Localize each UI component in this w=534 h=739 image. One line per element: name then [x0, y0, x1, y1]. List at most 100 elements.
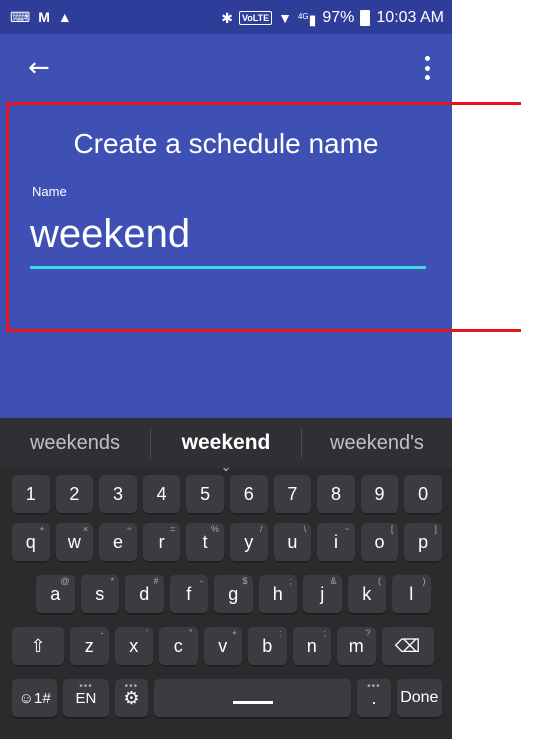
key-secondary-label: ': [146, 628, 148, 638]
shift-key-icon[interactable]: ⇧: [12, 627, 64, 665]
key-m[interactable]: m?: [337, 627, 376, 665]
key-secondary-label: =: [170, 524, 176, 534]
key-r[interactable]: r =: [142, 523, 181, 561]
key-2[interactable]: 2: [55, 475, 94, 513]
volte-badge: VoLTE: [238, 11, 273, 26]
key-o[interactable]: o[: [360, 523, 399, 561]
key-label: g: [228, 583, 239, 604]
status-bar: ⌨ M ▲ ✱ VoLTE ▼ 4G▮ 97% 10:03 AM: [0, 0, 452, 34]
key-dots: •••: [367, 681, 381, 692]
key-secondary-label: *: [110, 576, 114, 586]
key-u[interactable]: u \: [273, 523, 312, 561]
key-6[interactable]: 6: [229, 475, 268, 513]
key-g[interactable]: g $: [214, 575, 253, 613]
key-5[interactable]: 5: [186, 475, 224, 513]
key-label: j: [320, 583, 325, 604]
key-0[interactable]: 0: [404, 475, 442, 513]
key-label: s: [95, 583, 105, 604]
key-h[interactable]: h;: [258, 575, 297, 613]
settings-gear-icon[interactable]: ••• ⚙: [114, 679, 149, 717]
more-options-icon[interactable]: [422, 56, 432, 80]
back-arrow-icon[interactable]: ←: [28, 54, 52, 82]
key-z[interactable]: z-: [70, 627, 109, 665]
key-label: l: [409, 583, 414, 604]
key-7[interactable]: 7: [273, 475, 312, 513]
key-3[interactable]: 3: [99, 475, 137, 513]
space-bar[interactable]: [154, 679, 352, 717]
suggestion-left[interactable]: weekends: [0, 418, 150, 468]
key-d[interactable]: d #: [125, 575, 164, 613]
backspace-key-icon[interactable]: ⌫: [381, 627, 434, 665]
key-secondary-label: #: [153, 576, 159, 586]
key-label: v: [218, 635, 228, 656]
key-secondary-label: +: [39, 524, 45, 534]
key-t[interactable]: t%: [186, 523, 224, 561]
wifi-icon: ▼: [278, 10, 292, 27]
key-secondary-label: (: [378, 576, 381, 586]
clock: 10:03 AM: [376, 9, 444, 27]
key-secondary-label: ;: [323, 628, 326, 638]
key-v[interactable]: v +: [203, 627, 242, 665]
key-label: f: [186, 583, 192, 604]
key-secondary-label: ]: [434, 524, 437, 534]
done-key[interactable]: Done: [396, 679, 442, 717]
key-k[interactable]: k(: [347, 575, 386, 613]
period-key[interactable]: •••.: [357, 679, 391, 717]
key-s[interactable]: s *: [80, 575, 119, 613]
language-key[interactable]: ••• EN: [63, 679, 109, 717]
symbols-key[interactable]: ☺1#: [12, 679, 58, 717]
key-label: p: [418, 531, 429, 552]
language-label: EN: [75, 689, 97, 707]
app-notification-icon: ▲: [57, 9, 72, 25]
key-j[interactable]: j &: [303, 575, 342, 613]
key-9[interactable]: 9: [360, 475, 399, 513]
key-secondary-label: ~: [344, 524, 350, 534]
key-label: x: [129, 635, 139, 656]
space-icon: [232, 700, 273, 704]
key-label: q: [25, 531, 36, 552]
key-n[interactable]: n;: [292, 627, 331, 665]
key-label: d: [139, 583, 150, 604]
key-p[interactable]: p]: [404, 523, 442, 561]
key-q[interactable]: q +: [12, 523, 50, 561]
signal-icon: 4G▮: [297, 11, 317, 28]
key-label: c: [173, 635, 183, 656]
key-label: r: [158, 531, 165, 552]
key-e[interactable]: e ÷: [99, 523, 137, 561]
key-a[interactable]: a @: [36, 575, 75, 613]
number-row: 1 2 3 4 5 6 7 8 9 0: [12, 475, 442, 513]
key-8[interactable]: 8: [317, 475, 355, 513]
key-secondary-label: ×: [82, 524, 89, 534]
letter-row-a: a @ s * d # f - g $ h; j & k(l): [12, 575, 452, 613]
key-secondary-label: &: [330, 576, 337, 586]
suggestion-primary[interactable]: weekend: [151, 418, 301, 468]
gmail-icon: M: [38, 9, 50, 25]
key-y[interactable]: y /: [229, 523, 268, 561]
key-secondary-label: %: [210, 524, 219, 534]
key-secondary-label: -: [100, 628, 104, 638]
key-4[interactable]: 4: [142, 475, 181, 513]
key-label: i: [333, 531, 338, 552]
key-c[interactable]: c ": [159, 627, 198, 665]
key-i[interactable]: i ~: [317, 523, 355, 561]
key-w[interactable]: w ×: [55, 523, 94, 561]
key-1[interactable]: 1: [12, 475, 50, 513]
key-label: n: [306, 635, 317, 656]
key-label: k: [362, 583, 372, 604]
key-f[interactable]: f-: [169, 575, 208, 613]
key-label: w: [67, 531, 81, 552]
suggestion-bar: weekends weekend weekend's: [0, 418, 452, 468]
key-b[interactable]: b:: [248, 627, 287, 665]
key-l[interactable]: l): [392, 575, 431, 613]
key-secondary-label: /: [260, 524, 263, 534]
soft-keyboard: weekends weekend weekend's 1 2 3 4 5 6 7…: [0, 418, 452, 739]
key-secondary-label: ": [189, 628, 193, 638]
suggestion-right[interactable]: weekend's: [302, 418, 452, 468]
key-secondary-label: \: [303, 524, 307, 534]
key-secondary-label: ÷: [126, 524, 132, 534]
highlight-box-top-edge: [452, 102, 518, 105]
keyboard-notification-icon: ⌨: [10, 9, 31, 25]
key-x[interactable]: x ': [114, 627, 153, 665]
key-label: h: [272, 583, 283, 604]
battery-percent: 97%: [322, 9, 355, 27]
